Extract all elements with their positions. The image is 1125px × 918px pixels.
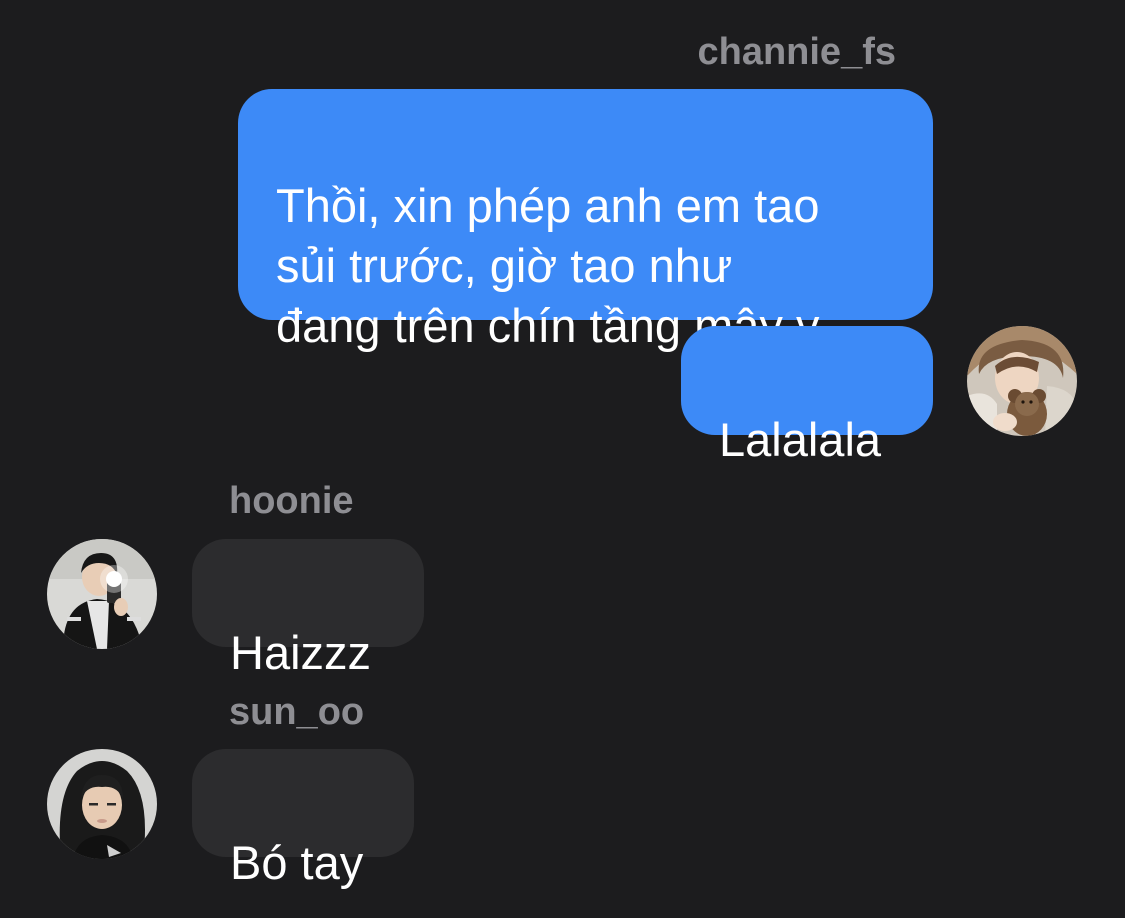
avatar-sun-oo[interactable] bbox=[47, 749, 157, 859]
avatar-hoonie[interactable] bbox=[47, 539, 157, 649]
message-bubble-sun-oo[interactable]: Bó tay bbox=[192, 749, 414, 889]
sender-name-channie: channie_fs bbox=[697, 31, 896, 73]
message-bubble-outgoing-2[interactable]: Lalalala bbox=[681, 326, 933, 466]
message-text: Lalalala bbox=[719, 413, 882, 466]
sender-name-hoonie: hoonie bbox=[229, 480, 354, 522]
avatar-channie[interactable] bbox=[967, 326, 1077, 436]
avatar-photo-icon bbox=[47, 539, 157, 649]
chat-screen: { "messages": { "outgoing": { "sender": … bbox=[0, 0, 1125, 918]
message-bubble-hoonie[interactable]: Haizzz bbox=[192, 539, 424, 679]
sender-name-sun-oo: sun_oo bbox=[229, 691, 365, 733]
message-text: Haizzz bbox=[230, 626, 372, 679]
avatar-photo-icon bbox=[967, 326, 1077, 436]
message-bubble-outgoing-1[interactable]: Thồi, xin phép anh em tao sủi trước, giờ… bbox=[238, 89, 933, 352]
avatar-photo-icon bbox=[47, 749, 157, 859]
message-text: Bó tay bbox=[230, 836, 364, 889]
